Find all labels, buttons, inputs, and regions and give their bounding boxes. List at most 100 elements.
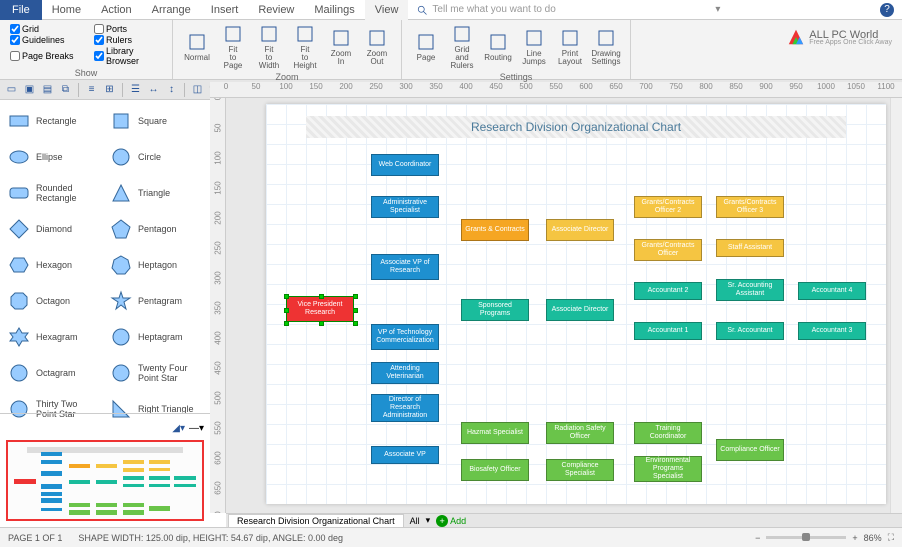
checkbox-rulers[interactable]: Rulers bbox=[94, 35, 162, 45]
line-tool-icon[interactable]: —▾ bbox=[189, 423, 204, 434]
org-node[interactable]: Attending Veterinarian bbox=[371, 362, 439, 384]
fill-tool-icon[interactable]: ◢▾ bbox=[172, 423, 185, 434]
checkbox-guidelines[interactable]: Guidelines bbox=[10, 35, 78, 45]
org-node[interactable]: Director of Research Administration bbox=[371, 394, 439, 422]
org-node[interactable]: Compliance Officer bbox=[716, 439, 784, 461]
menu-tab-home[interactable]: Home bbox=[42, 0, 91, 20]
org-node[interactable]: Training Coordinator bbox=[634, 422, 702, 444]
ribbon-btn-page[interactable]: Page bbox=[408, 30, 444, 64]
qb-open-icon[interactable]: ▣ bbox=[22, 82, 37, 97]
qb-grid-icon[interactable]: ⊞ bbox=[102, 82, 117, 97]
qb-arrow-icon[interactable]: ↔ bbox=[146, 82, 161, 97]
shape-square[interactable]: Square bbox=[106, 104, 206, 138]
zoom-out-button[interactable]: − bbox=[755, 533, 760, 543]
org-node[interactable]: Associate VP bbox=[371, 446, 439, 464]
ribbon-btn-zoom-out[interactable]: ZoomOut bbox=[359, 26, 395, 68]
ribbon-btn-print-layout[interactable]: PrintLayout bbox=[552, 26, 588, 68]
qb-list-icon[interactable]: ☰ bbox=[128, 82, 143, 97]
ribbon-btn-routing[interactable]: Routing bbox=[480, 30, 516, 64]
tab-dropdown-icon[interactable]: ▾ bbox=[426, 515, 431, 526]
dropdown-icon[interactable]: ▾ bbox=[709, 4, 726, 15]
shape-diamond[interactable]: Diamond bbox=[4, 212, 104, 246]
page-tab-all[interactable]: All bbox=[404, 515, 426, 527]
selection-handle[interactable] bbox=[353, 294, 358, 299]
org-node[interactable]: Accountant 3 bbox=[798, 322, 866, 340]
org-node[interactable]: Grants/Contracts Officer bbox=[634, 239, 702, 261]
ribbon-btn-line-jumps[interactable]: LineJumps bbox=[516, 26, 552, 68]
shape-penta[interactable]: Pentagon bbox=[106, 212, 206, 246]
qb-copy-icon[interactable]: ⧉ bbox=[58, 82, 73, 97]
fit-screen-icon[interactable]: ⛶ bbox=[888, 532, 894, 543]
page[interactable]: Research Division Organizational Chart V… bbox=[266, 104, 886, 504]
menu-tab-review[interactable]: Review bbox=[248, 0, 304, 20]
ribbon-btn-zoom-in[interactable]: ZoomIn bbox=[323, 26, 359, 68]
menu-tab-insert[interactable]: Insert bbox=[201, 0, 249, 20]
menu-tab-action[interactable]: Action bbox=[91, 0, 142, 20]
org-node[interactable]: Hazmat Specialist bbox=[461, 422, 529, 444]
shape-rrect[interactable]: Rounded Rectangle bbox=[4, 176, 104, 210]
shape-hept[interactable]: Heptagon bbox=[106, 248, 206, 282]
org-node[interactable]: Accountant 2 bbox=[634, 282, 702, 300]
shape-oct[interactable]: Octagon bbox=[4, 284, 104, 318]
org-node[interactable]: Accountant 4 bbox=[798, 282, 866, 300]
org-node[interactable]: Biosafety Officer bbox=[461, 459, 529, 481]
qb-new-icon[interactable]: ▭ bbox=[4, 82, 19, 97]
page-tab[interactable]: Research Division Organizational Chart bbox=[228, 514, 404, 527]
zoom-slider[interactable] bbox=[766, 536, 846, 539]
org-node[interactable]: Environmental Programs Specialist bbox=[634, 456, 702, 482]
zoom-in-button[interactable]: + bbox=[852, 533, 857, 543]
org-node[interactable]: Radiation Safety Officer bbox=[546, 422, 614, 444]
chart-title[interactable]: Research Division Organizational Chart bbox=[306, 116, 846, 138]
menu-tab-mailings[interactable]: Mailings bbox=[304, 0, 364, 20]
shape-ellipse[interactable]: Ellipse bbox=[4, 140, 104, 174]
org-node[interactable]: Sr. Accounting Assistant bbox=[716, 279, 784, 301]
org-node[interactable]: Grants & Contracts bbox=[461, 219, 529, 241]
org-node[interactable]: Accountant 1 bbox=[634, 322, 702, 340]
qb-sort-icon[interactable]: ↕ bbox=[164, 82, 179, 97]
checkbox-grid[interactable]: Grid bbox=[10, 24, 78, 34]
checkbox-ports[interactable]: Ports bbox=[94, 24, 162, 34]
shape-circle[interactable]: Circle bbox=[106, 140, 206, 174]
scrollbar-vertical[interactable] bbox=[890, 98, 902, 513]
org-node[interactable]: VP of Technology Commercialization bbox=[371, 324, 439, 350]
org-node[interactable]: Vice President Research bbox=[286, 296, 354, 322]
selection-handle[interactable] bbox=[319, 321, 324, 326]
qb-align-icon[interactable]: ≡ bbox=[84, 82, 99, 97]
ribbon-btn-fit-to-page[interactable]: FittoPage bbox=[215, 22, 251, 72]
shape-rect[interactable]: Rectangle bbox=[4, 104, 104, 138]
menu-tab-view[interactable]: View bbox=[365, 0, 409, 20]
checkbox-page-breaks[interactable]: Page Breaks bbox=[10, 46, 78, 66]
shape-star8[interactable]: Octagram bbox=[4, 356, 104, 390]
ribbon-btn-fit-to-width[interactable]: FittoWidth bbox=[251, 22, 287, 72]
org-node[interactable]: Web Coordinator bbox=[371, 154, 439, 176]
file-tab[interactable]: File bbox=[0, 0, 42, 20]
selection-handle[interactable] bbox=[319, 294, 324, 299]
org-node[interactable]: Associate Director bbox=[546, 219, 614, 241]
checkbox-library-browser[interactable]: Library Browser bbox=[94, 46, 162, 66]
selection-handle[interactable] bbox=[284, 308, 289, 313]
selection-handle[interactable] bbox=[353, 308, 358, 313]
shape-star5[interactable]: Pentagram bbox=[106, 284, 206, 318]
add-page-button[interactable]: +Add bbox=[436, 515, 466, 527]
shape-hex[interactable]: Hexagon bbox=[4, 248, 104, 282]
org-node[interactable]: Grants/Contracts Officer 3 bbox=[716, 196, 784, 218]
ribbon-btn-fit-to-height[interactable]: FittoHeight bbox=[287, 22, 323, 72]
org-node[interactable]: Staff Assistant bbox=[716, 239, 784, 257]
org-node[interactable]: Associate VP of Research bbox=[371, 254, 439, 280]
org-node[interactable]: Sr. Accountant bbox=[716, 322, 784, 340]
help-icon[interactable]: ? bbox=[880, 3, 894, 17]
qb-chart-icon[interactable]: ◫ bbox=[190, 82, 205, 97]
org-node[interactable]: Grants/Contracts Officer 2 bbox=[634, 196, 702, 218]
tellme-search[interactable]: Tell me what you want to do bbox=[416, 4, 555, 16]
ribbon-btn-grid-and-rulers[interactable]: GridandRulers bbox=[444, 22, 480, 72]
ribbon-btn-drawing-settings[interactable]: DrawingSettings bbox=[588, 26, 624, 68]
selection-handle[interactable] bbox=[284, 321, 289, 326]
page-thumbnail[interactable] bbox=[6, 440, 204, 521]
shape-star6[interactable]: Hexagram bbox=[4, 320, 104, 354]
menu-tab-arrange[interactable]: Arrange bbox=[142, 0, 201, 20]
ribbon-btn-normal[interactable]: Normal bbox=[179, 30, 215, 64]
org-node[interactable]: Compliance Specialist bbox=[546, 459, 614, 481]
org-node[interactable]: Associate Director bbox=[546, 299, 614, 321]
qb-save-icon[interactable]: ▤ bbox=[40, 82, 55, 97]
org-node[interactable]: Sponsored Programs bbox=[461, 299, 529, 321]
